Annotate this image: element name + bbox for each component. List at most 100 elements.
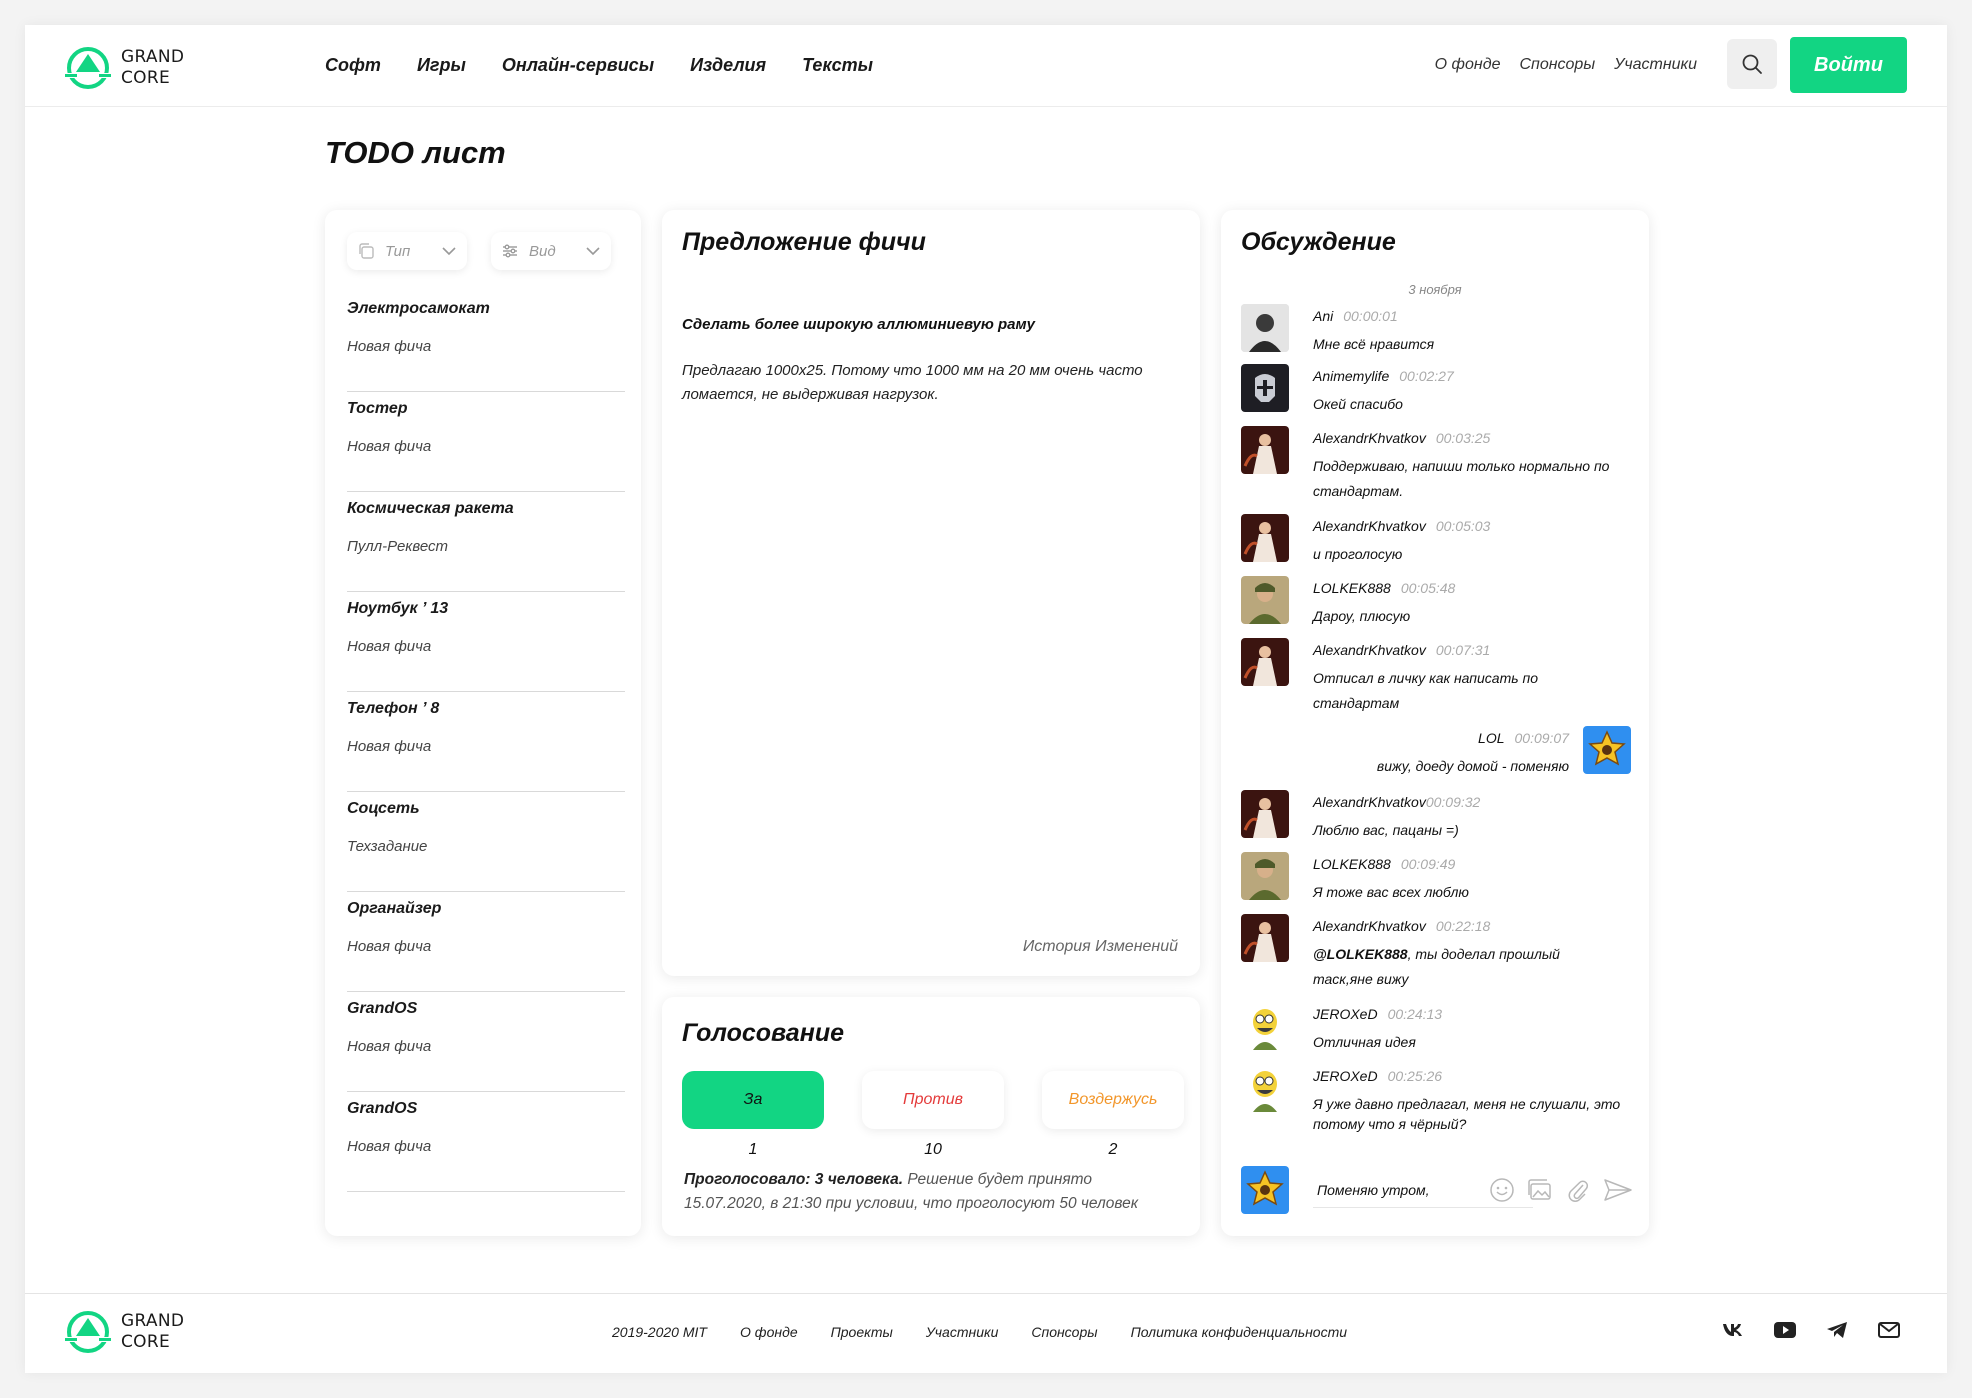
mail-icon[interactable] <box>1878 1322 1900 1338</box>
task-item[interactable]: Соцсеть Техзадание <box>347 792 625 892</box>
task-item[interactable]: Космическая ракета Пулл-Реквест <box>347 492 625 592</box>
message-author[interactable]: AlexandrKhvatkov <box>1313 642 1426 658</box>
task-item[interactable]: Электросамокат Новая фича <box>347 292 625 392</box>
message-author[interactable]: LOLKEK888 <box>1313 580 1391 596</box>
history-link[interactable]: История Изменений <box>1023 938 1178 956</box>
avatar[interactable] <box>1583 726 1631 774</box>
nav-games[interactable]: Игры <box>417 55 466 76</box>
logo-line2: CORE <box>121 68 171 88</box>
secondary-nav: О фонде Спонсоры Участники <box>1435 56 1697 74</box>
task-status: Пулл-Реквест <box>347 538 449 555</box>
avatar[interactable] <box>1241 852 1289 900</box>
youtube-icon[interactable] <box>1774 1322 1796 1338</box>
avatar[interactable] <box>1241 914 1289 962</box>
image-icon[interactable] <box>1527 1177 1553 1203</box>
message-author[interactable]: JEROXeD <box>1313 1006 1378 1022</box>
avatar[interactable] <box>1241 364 1289 412</box>
avatar[interactable] <box>1241 304 1289 352</box>
app-window: GRAND CORE Софт Игры Онлайн-сервисы Изде… <box>25 25 1947 1373</box>
feature-heading: Предложение фичи <box>682 228 926 256</box>
attach-icon[interactable] <box>1565 1177 1591 1203</box>
task-item[interactable]: Телефон ’ 8 Новая фича <box>347 692 625 792</box>
task-item[interactable]: Ноутбук ’ 13 Новая фича <box>347 592 625 692</box>
logo[interactable]: GRAND CORE <box>65 45 184 91</box>
message-meta: JEROXeD 00:24:13 <box>1313 1006 1442 1022</box>
footer-link-projects[interactable]: Проекты <box>831 1324 893 1340</box>
vote-for-button[interactable]: За <box>682 1071 824 1129</box>
nav-about[interactable]: О фонде <box>1435 56 1501 74</box>
task-title: Соцсеть <box>347 800 420 817</box>
message-text: Я уже давно предлагал, меня не слушали, … <box>1313 1096 1621 1132</box>
nav-members[interactable]: Участники <box>1614 56 1697 74</box>
message-author[interactable]: AlexandrKhvatkov <box>1313 794 1426 810</box>
message-text: и проголосую <box>1313 546 1403 562</box>
message-author[interactable]: AlexandrKhvatkov <box>1313 918 1426 934</box>
message-author[interactable]: LOLKEK888 <box>1313 856 1391 872</box>
search-button[interactable] <box>1727 39 1777 89</box>
message-author[interactable]: Animemylife <box>1313 368 1389 384</box>
message-time: 00:02:27 <box>1399 368 1454 384</box>
vk-icon[interactable] <box>1722 1323 1744 1337</box>
footer: GRAND CORE 2019-2020 MIT О фонде Проекты… <box>25 1293 1947 1373</box>
view-filter[interactable]: Вид <box>491 232 611 270</box>
footer-link-members[interactable]: Участники <box>926 1324 999 1340</box>
task-status: Техзадание <box>347 838 428 855</box>
logo-icon <box>65 47 111 89</box>
footer-link-sponsors[interactable]: Спонсоры <box>1031 1324 1097 1340</box>
message-text: Окей спасибо <box>1313 396 1403 412</box>
message-author[interactable]: Ani <box>1313 308 1333 324</box>
footer-link-about[interactable]: О фонде <box>740 1324 798 1340</box>
message-meta: AlexandrKhvatkov 00:03:25 <box>1313 430 1490 446</box>
task-status: Новая фича <box>347 738 432 755</box>
avatar[interactable] <box>1241 1166 1289 1214</box>
message-author[interactable]: JEROXeD <box>1313 1068 1378 1084</box>
telegram-icon[interactable] <box>1826 1321 1848 1339</box>
nav-sponsors[interactable]: Спонсоры <box>1519 56 1595 74</box>
footer-copyright: 2019-2020 MIT <box>612 1324 707 1340</box>
message-composer: Поменяю утром, <box>1241 1165 1633 1215</box>
vote-abstain-button[interactable]: Воздержусь <box>1042 1071 1184 1129</box>
avatar[interactable] <box>1241 1002 1289 1050</box>
task-status: Новая фича <box>347 1138 432 1155</box>
avatar[interactable] <box>1241 790 1289 838</box>
nav-products[interactable]: Изделия <box>690 55 766 76</box>
avatar[interactable] <box>1241 576 1289 624</box>
footer-logo[interactable]: GRAND CORE <box>65 1309 184 1355</box>
avatar[interactable] <box>1241 1064 1289 1112</box>
avatar[interactable] <box>1241 514 1289 562</box>
avatar[interactable] <box>1241 638 1289 686</box>
login-button[interactable]: Войти <box>1790 37 1907 93</box>
message-text: Отписал в личку как написать по стандарт… <box>1313 670 1538 711</box>
task-title: Телефон ’ 8 <box>347 700 440 717</box>
vote-against-count: 10 <box>924 1141 942 1158</box>
avatar[interactable] <box>1241 426 1289 474</box>
type-filter[interactable]: Тип <box>347 232 467 270</box>
task-item[interactable]: GrandOS Новая фича <box>347 992 625 1092</box>
message-text: Люблю вас, пацаны =) <box>1313 822 1459 838</box>
message-mention[interactable]: @LOLKEK888 <box>1313 946 1408 962</box>
logo-line1: GRAND <box>121 47 185 67</box>
vote-against-button[interactable]: Против <box>862 1071 1004 1129</box>
logo-line2: CORE <box>121 1332 171 1352</box>
header: GRAND CORE Софт Игры Онлайн-сервисы Изде… <box>25 25 1947 107</box>
nav-texts[interactable]: Тексты <box>802 55 873 76</box>
feature-subtitle: Сделать более широкую аллюминиевую раму <box>682 316 1035 333</box>
message-author[interactable]: AlexandrKhvatkov <box>1313 518 1426 534</box>
nav-online-services[interactable]: Онлайн-сервисы <box>502 55 654 76</box>
nav-soft[interactable]: Софт <box>325 55 381 76</box>
message-author[interactable]: AlexandrKhvatkov <box>1313 430 1426 446</box>
task-title: GrandOS <box>347 1100 418 1117</box>
task-list-panel: Тип Вид Электросамокат Новая фича Тостер… <box>325 210 641 1236</box>
message-meta: AlexandrKhvatkov 00:22:18 <box>1313 918 1490 934</box>
task-item[interactable]: Тостер Новая фича <box>347 392 625 492</box>
message-author[interactable]: LOL <box>1478 730 1504 746</box>
send-icon[interactable] <box>1603 1177 1633 1203</box>
message-meta: Animemylife 00:02:27 <box>1313 368 1454 384</box>
task-item[interactable]: Органайзер Новая фича <box>347 892 625 992</box>
task-title: Космическая ракета <box>347 500 514 517</box>
voting-heading: Голосование <box>682 1019 844 1047</box>
task-item[interactable]: GrandOS Новая фича <box>347 1092 625 1192</box>
emoji-icon[interactable] <box>1489 1177 1515 1203</box>
task-title: Ноутбук ’ 13 <box>347 600 449 617</box>
footer-link-privacy[interactable]: Политика конфиденциальности <box>1131 1324 1347 1340</box>
